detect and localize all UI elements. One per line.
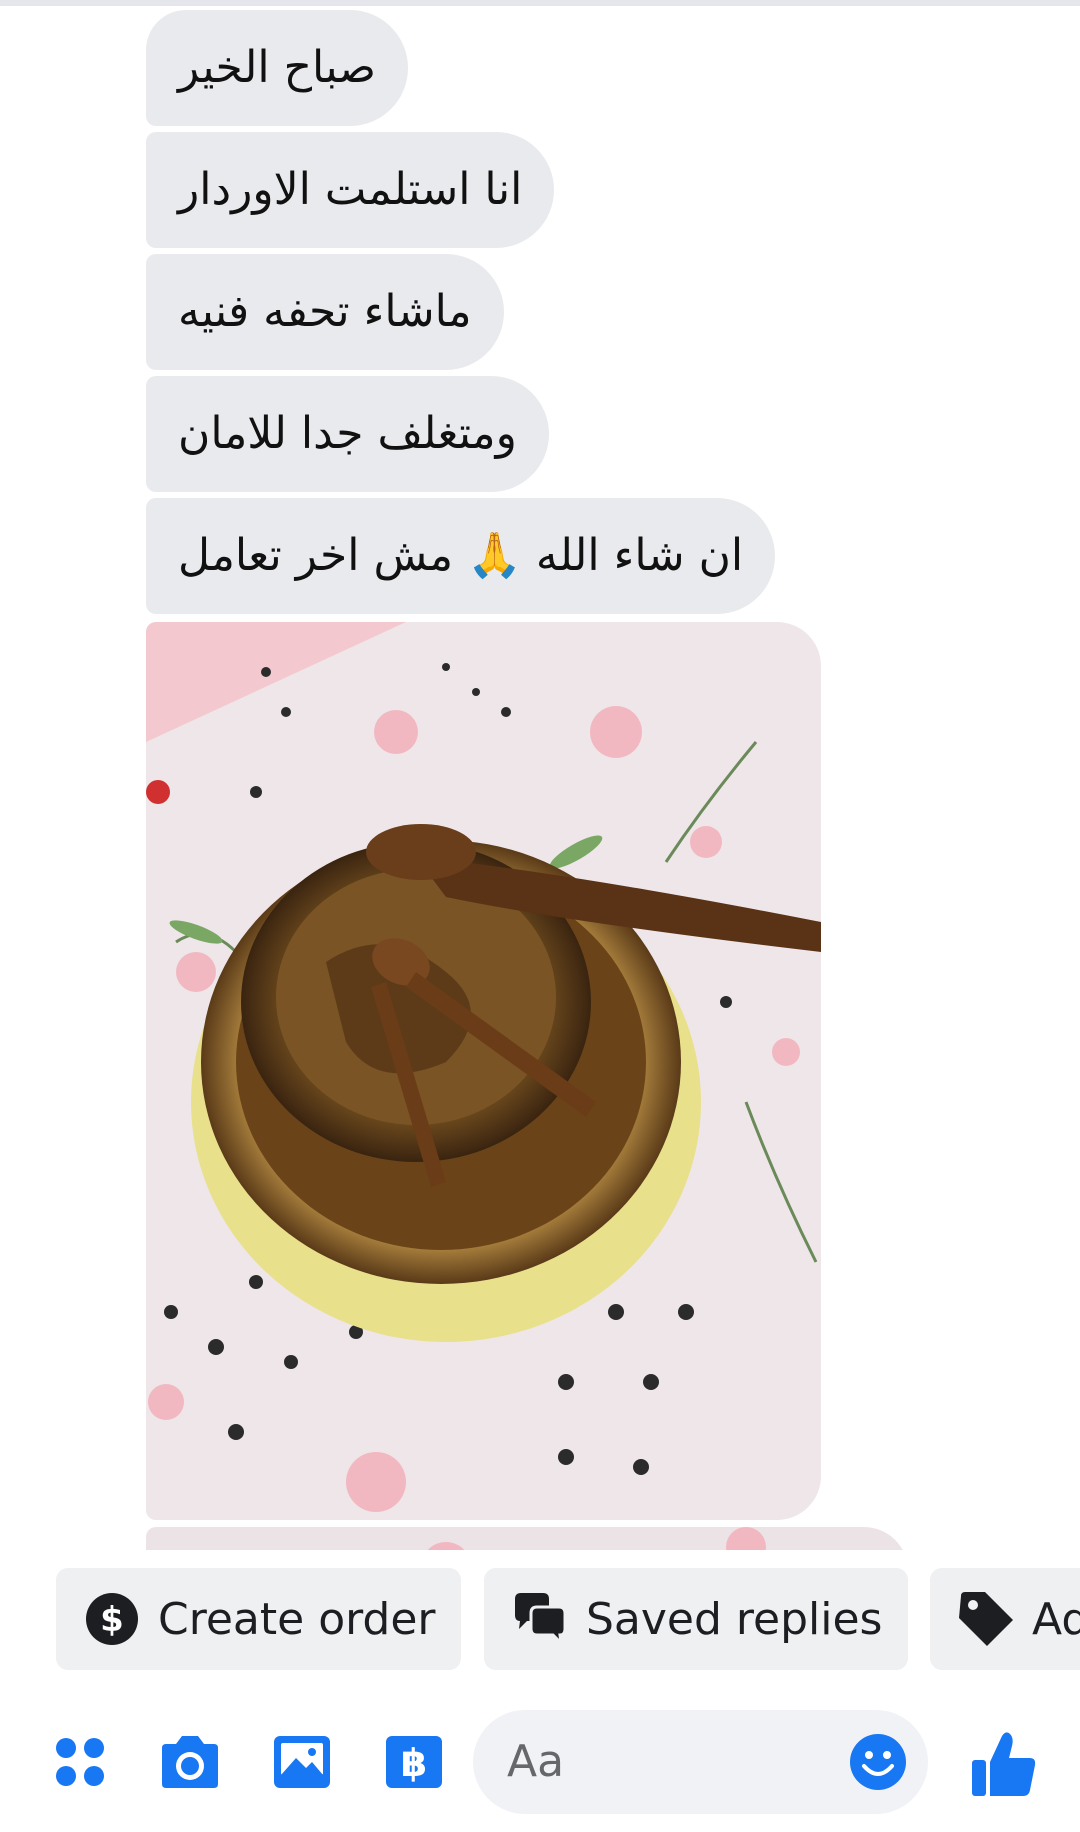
message-text: ومتغلف جدا للامان xyxy=(178,408,517,459)
photo-preview-strip xyxy=(146,1527,908,1550)
svg-text:฿: ฿ xyxy=(401,1741,427,1785)
photo-attachment-partial[interactable] xyxy=(146,1527,908,1550)
message-text: ماشاء تحفه فنيه xyxy=(178,286,472,337)
message-text: صباح الخير xyxy=(178,42,377,93)
create-order-button[interactable]: $ Create order xyxy=(56,1568,461,1670)
camera-icon[interactable] xyxy=(158,1730,222,1794)
message-thread[interactable]: صباح الخير انا استلمت الاوردار ماشاء تحف… xyxy=(0,0,1080,1550)
emoji-icon[interactable] xyxy=(848,1732,908,1792)
message-text: ان شاء الله 🙏 مش اخر تعامل xyxy=(178,530,744,581)
quick-actions-bar: $ Create order Saved replies Ad xyxy=(0,1550,1080,1700)
saved-replies-button[interactable]: Saved replies xyxy=(484,1568,908,1670)
create-order-label: Create order xyxy=(158,1593,436,1645)
message-input-placeholder: Aa xyxy=(507,1736,565,1787)
message-bubble[interactable]: انا استلمت الاوردار xyxy=(146,132,555,248)
saved-replies-label: Saved replies xyxy=(586,1593,883,1645)
chat-bubbles-icon xyxy=(510,1589,570,1649)
svg-text:$: $ xyxy=(100,1600,124,1640)
message-input[interactable]: Aa xyxy=(473,1710,928,1814)
apps-icon[interactable] xyxy=(48,1730,112,1794)
message-bubble[interactable]: صباح الخير xyxy=(146,10,409,126)
add-label-text: Ad xyxy=(1032,1593,1080,1645)
composer-bar: ฿ Aa xyxy=(0,1700,1080,1832)
add-label-button[interactable]: Ad xyxy=(930,1568,1080,1670)
message-bubble[interactable]: ومتغلف جدا للامان xyxy=(146,376,549,492)
tag-icon xyxy=(956,1589,1016,1649)
photo-attachment[interactable] xyxy=(146,622,821,1520)
gallery-icon[interactable] xyxy=(270,1730,334,1794)
like-icon[interactable] xyxy=(968,1728,1040,1800)
payment-icon[interactable]: ฿ xyxy=(382,1730,446,1794)
dollar-circle-icon: $ xyxy=(82,1589,142,1649)
message-text: انا استلمت الاوردار xyxy=(178,164,523,215)
message-bubble[interactable]: ماشاء تحفه فنيه xyxy=(146,254,504,370)
message-bubble[interactable]: ان شاء الله 🙏 مش اخر تعامل xyxy=(146,498,776,614)
photo-wooden-bowls xyxy=(146,622,821,1520)
